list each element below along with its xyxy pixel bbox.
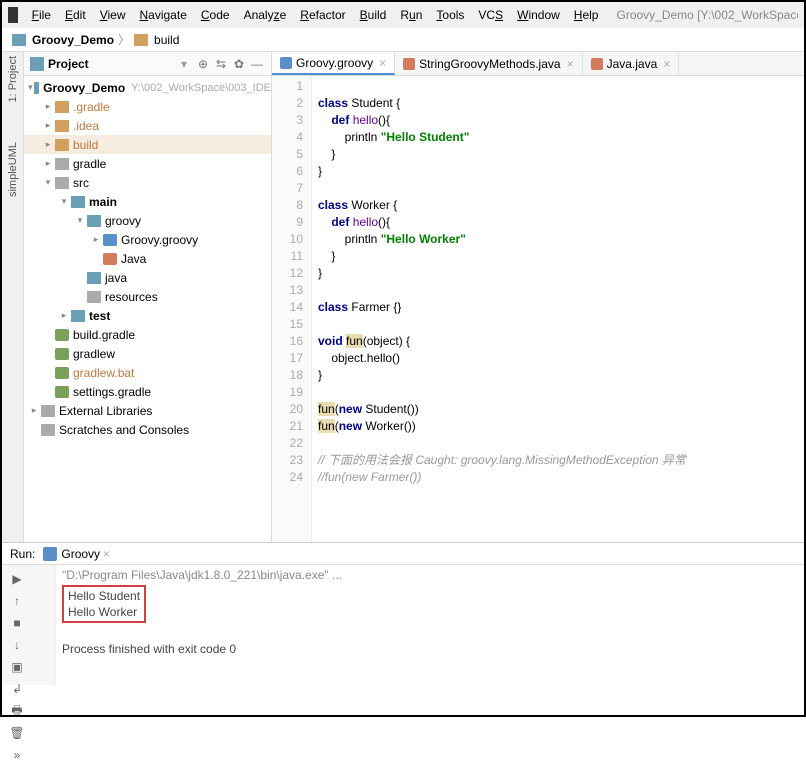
- tree-test[interactable]: ▸test: [24, 306, 271, 325]
- editor-tabs: Groovy.groovy× StringGroovyMethods.java×…: [272, 52, 804, 76]
- run-label: Run:: [10, 547, 35, 561]
- wrap-button[interactable]: ↲: [6, 679, 28, 699]
- folder-icon: [134, 34, 148, 46]
- project-view-icon: [30, 57, 44, 71]
- tree-java-dir[interactable]: java: [24, 268, 271, 287]
- tree-resources[interactable]: resources: [24, 287, 271, 306]
- title-path: Groovy_Demo [Y:\002_WorkSpace\003_IDEA\G…: [616, 8, 798, 22]
- tab-groovy[interactable]: Groovy.groovy×: [272, 52, 395, 75]
- run-header: Run: Groovy ×: [2, 543, 804, 565]
- console-out-1: Hello Student: [68, 588, 140, 604]
- menu-vcs[interactable]: VCS: [472, 5, 509, 25]
- breadcrumb-project[interactable]: Groovy_Demo: [32, 33, 114, 47]
- tree-settings-gradle[interactable]: settings.gradle: [24, 382, 271, 401]
- menu-analyze[interactable]: Analyze: [238, 5, 293, 25]
- toolwindow-simpleuml[interactable]: simpleUML: [7, 142, 19, 197]
- tree-src[interactable]: ▾src: [24, 173, 271, 192]
- menu-view[interactable]: View: [94, 5, 132, 25]
- hide-icon[interactable]: —: [249, 56, 265, 72]
- menu-refactor[interactable]: Refactor: [294, 5, 351, 25]
- stop-button[interactable]: ■: [6, 613, 28, 633]
- delete-button[interactable]: 🗑: [6, 723, 28, 743]
- tree-build[interactable]: ▸build: [24, 135, 271, 154]
- locate-icon[interactable]: ⊕: [195, 56, 211, 72]
- project-icon: [12, 34, 26, 46]
- console-exit: Process finished with exit code 0: [62, 641, 798, 657]
- tree-gradlew-bat[interactable]: gradlew.bat: [24, 363, 271, 382]
- run-config-name[interactable]: Groovy: [61, 547, 100, 561]
- breadcrumb-folder[interactable]: build: [154, 33, 179, 47]
- java-icon: [403, 58, 415, 70]
- console-out-2: Hello Worker: [68, 604, 140, 620]
- layout-button[interactable]: ▣: [6, 657, 28, 677]
- menu-edit[interactable]: Edit: [59, 5, 92, 25]
- menu-code[interactable]: Code: [195, 5, 236, 25]
- menu-navigate[interactable]: Navigate: [134, 5, 193, 25]
- menubar: File Edit View Navigate Code Analyze Ref…: [2, 2, 804, 28]
- menu-file[interactable]: File: [26, 5, 57, 25]
- project-tool-window: Project ▾ ⊕ ⇆ ✿ — ▾Groovy_DemoY:\002_Wor…: [24, 52, 272, 542]
- app-logo-icon: [8, 7, 18, 23]
- tree-ext-lib[interactable]: ▸External Libraries: [24, 401, 271, 420]
- tree-groovy-dir[interactable]: ▾groovy: [24, 211, 271, 230]
- editor-area: Groovy.groovy× StringGroovyMethods.java×…: [272, 52, 804, 542]
- close-icon[interactable]: ×: [663, 57, 670, 71]
- collapse-icon[interactable]: ⇆: [213, 56, 229, 72]
- toolwindow-project[interactable]: 1: Project: [7, 56, 19, 102]
- settings-icon[interactable]: ✿: [231, 56, 247, 72]
- tree-java-file[interactable]: Java: [24, 249, 271, 268]
- menu-tools[interactable]: Tools: [430, 5, 470, 25]
- tab-java[interactable]: Java.java×: [583, 52, 680, 75]
- menu-run[interactable]: Run: [394, 5, 428, 25]
- left-tool-rail: 1: Project simpleUML: [2, 52, 24, 542]
- console-output[interactable]: "D:\Program Files\Java\jdk1.8.0_221\bin\…: [56, 565, 804, 685]
- code-editor[interactable]: 123456789101112131415161718192021222324 …: [272, 76, 804, 542]
- close-icon[interactable]: ×: [103, 547, 110, 561]
- tree-build-gradle[interactable]: build.gradle: [24, 325, 271, 344]
- rerun-button[interactable]: ▶: [6, 569, 28, 589]
- close-icon[interactable]: ×: [567, 57, 574, 71]
- java-icon: [591, 58, 603, 70]
- run-tool-window: Run: Groovy × ▶ ↑ ■ ↓ ▣ ↲ 🖶 🗑 » "D:\Prog…: [2, 542, 804, 685]
- close-icon[interactable]: ×: [379, 56, 386, 70]
- run-toolbar: ▶ ↑ ■ ↓ ▣ ↲ 🖶 🗑 »: [2, 565, 56, 685]
- expand-button[interactable]: »: [6, 745, 28, 765]
- menu-build[interactable]: Build: [354, 5, 393, 25]
- output-highlight: Hello Student Hello Worker: [62, 585, 146, 623]
- tree-scratches[interactable]: Scratches and Consoles: [24, 420, 271, 439]
- project-tree[interactable]: ▾Groovy_DemoY:\002_WorkSpace\003_IDE ▸.g…: [24, 76, 271, 542]
- up-button[interactable]: ↑: [6, 591, 28, 611]
- tree-gradlew[interactable]: gradlew: [24, 344, 271, 363]
- groovy-icon: [43, 547, 57, 561]
- down-button[interactable]: ↓: [6, 635, 28, 655]
- breadcrumb-separator: 〉: [118, 31, 130, 48]
- tree-main[interactable]: ▾main: [24, 192, 271, 211]
- groovy-icon: [280, 57, 292, 69]
- menu-help[interactable]: Help: [568, 5, 605, 25]
- code-content[interactable]: class Student { def hello(){ println "He…: [312, 76, 804, 542]
- project-header: Project ▾ ⊕ ⇆ ✿ —: [24, 52, 271, 76]
- menu-window[interactable]: Window: [511, 5, 566, 25]
- tree-gradle[interactable]: ▸.gradle: [24, 97, 271, 116]
- tree-gradle2[interactable]: ▸gradle: [24, 154, 271, 173]
- dropdown-icon[interactable]: ▾: [181, 57, 187, 71]
- project-header-title[interactable]: Project: [48, 57, 181, 71]
- tree-root[interactable]: ▾Groovy_DemoY:\002_WorkSpace\003_IDE: [24, 78, 271, 97]
- breadcrumb: Groovy_Demo 〉 build: [2, 28, 804, 52]
- console-cmd: "D:\Program Files\Java\jdk1.8.0_221\bin\…: [62, 567, 798, 583]
- print-button[interactable]: 🖶: [6, 701, 28, 721]
- tree-idea[interactable]: ▸.idea: [24, 116, 271, 135]
- tab-string-methods[interactable]: StringGroovyMethods.java×: [395, 52, 582, 75]
- line-gutter: 123456789101112131415161718192021222324: [272, 76, 312, 542]
- tree-groovy-file[interactable]: ▸Groovy.groovy: [24, 230, 271, 249]
